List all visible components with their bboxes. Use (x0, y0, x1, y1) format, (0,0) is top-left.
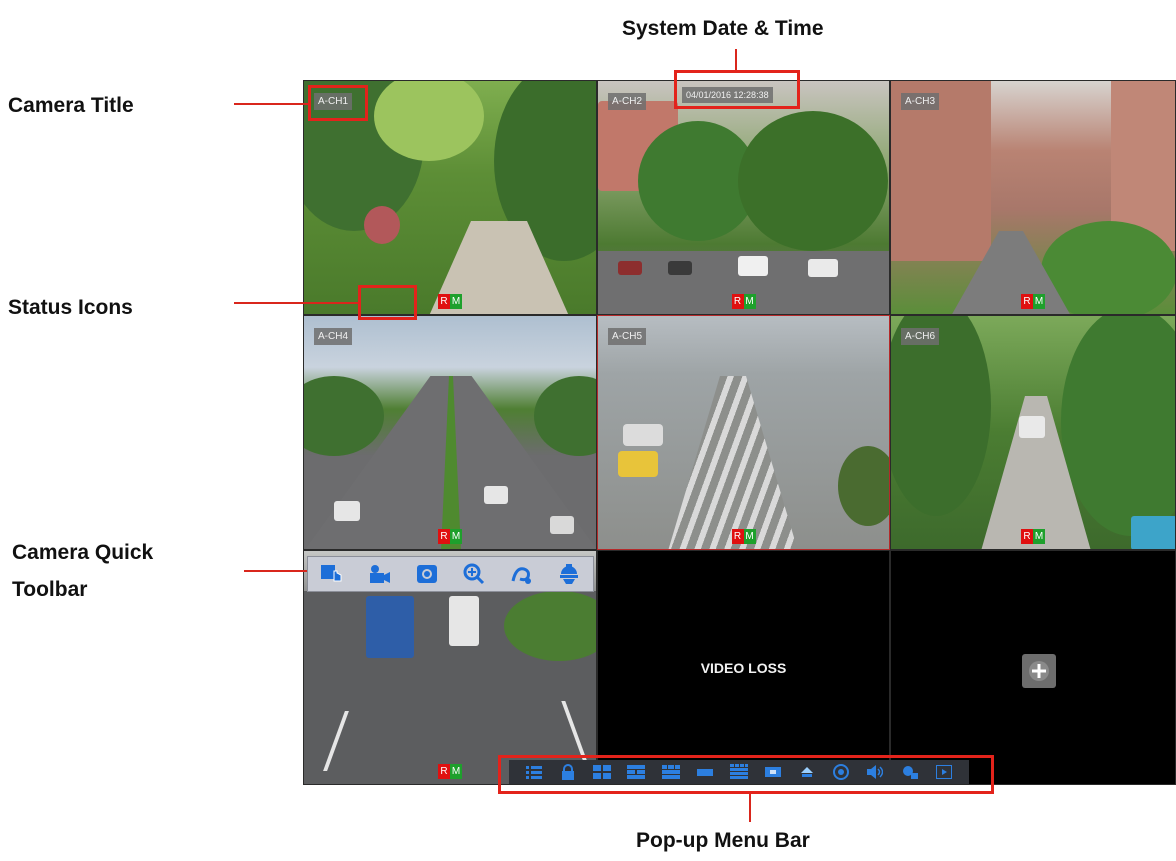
highlight-camera-title (308, 85, 368, 121)
record-status-icon: R (1021, 529, 1033, 544)
motion-status-icon: M (450, 764, 462, 779)
camera-cell-ch2[interactable]: A-CH2 04/01/2016 12:28:38 R M (597, 80, 890, 315)
record-status-icon: R (438, 529, 450, 544)
status-icons-ch7: R M (438, 764, 462, 779)
callout-camera-quick-line1: Camera Quick (12, 541, 154, 564)
camera-feed-ch6 (891, 316, 1175, 549)
camera-feed-ch5 (598, 316, 889, 549)
camera-title-ch4: A-CH4 (314, 328, 353, 345)
record-status-icon: R (731, 294, 744, 309)
record-status-icon: R (1021, 294, 1033, 309)
camera-feed-ch3 (891, 81, 1175, 314)
callout-system-date-time: System Date & Time (622, 17, 824, 40)
status-icons-ch2: R M (731, 294, 756, 309)
camera-title-ch5: A-CH5 (608, 328, 647, 345)
camera-cell-ch3[interactable]: A-CH3 R M (890, 80, 1176, 315)
camera-cell-ch5[interactable]: A-CH5 R M (597, 315, 890, 550)
status-icons-ch4: R M (438, 529, 462, 544)
status-icons-ch5: R M (731, 529, 756, 544)
add-camera-button[interactable] (1022, 654, 1056, 688)
camera-cell-ch9[interactable] (890, 550, 1176, 785)
callout-status-icons: Status Icons (8, 296, 133, 319)
record-status-icon: R (438, 294, 450, 309)
camera-quick-toolbar (307, 556, 594, 592)
highlight-popup-menu-bar (498, 755, 994, 794)
highlight-status-icons (358, 285, 417, 320)
callout-camera-quick-line2: Toolbar (12, 578, 88, 602)
leader-line-camera-quick-toolbar (244, 570, 307, 572)
camera-cell-ch4[interactable]: A-CH4 R M (303, 315, 597, 550)
status-icons-ch1: R M (438, 294, 462, 309)
camera-feed-ch4 (304, 316, 596, 549)
video-loss-text: VIDEO LOSS (700, 659, 787, 676)
motion-status-icon: M (450, 294, 462, 309)
plus-icon (1029, 661, 1049, 681)
snapshot-icon[interactable] (413, 562, 441, 586)
callout-camera-quick-toolbar: Camera Quick Toolbar (12, 540, 153, 602)
motion-status-icon: M (1033, 529, 1045, 544)
camera-title-ch6: A-CH6 (901, 328, 940, 345)
callout-popup-menu-bar: Pop-up Menu Bar (636, 829, 810, 852)
camera-title-ch2: A-CH2 (608, 93, 647, 110)
leader-line-popup-menu-bar (749, 794, 751, 822)
motion-status-icon: M (450, 529, 462, 544)
leader-line-system-date-time (735, 49, 737, 70)
highlight-system-date-time (674, 70, 800, 109)
color-icon[interactable] (508, 562, 536, 586)
camera-grid: A-CH1 R M A-CH2 04/01/2016 12:28:38 R M (303, 80, 1176, 785)
touch-icon[interactable] (318, 562, 346, 586)
motion-status-icon: M (1033, 294, 1045, 309)
camera-feed-ch2 (598, 81, 889, 314)
leader-line-status-icons (234, 302, 358, 304)
ptz-icon[interactable] (555, 562, 583, 586)
camera-cell-ch8[interactable]: VIDEO LOSS (597, 550, 890, 785)
camera-cell-ch6[interactable]: A-CH6 R M (890, 315, 1176, 550)
status-icons-ch3: R M (1021, 294, 1045, 309)
motion-status-icon: M (743, 529, 756, 544)
leader-line-camera-title (234, 103, 308, 105)
record-status-icon: R (438, 764, 450, 779)
callout-camera-title: Camera Title (8, 94, 134, 117)
status-icons-ch6: R M (1021, 529, 1045, 544)
record-icon[interactable] (365, 562, 393, 586)
record-status-icon: R (731, 529, 744, 544)
zoom-icon[interactable] (460, 562, 488, 586)
motion-status-icon: M (743, 294, 756, 309)
camera-title-ch3: A-CH3 (901, 93, 940, 110)
